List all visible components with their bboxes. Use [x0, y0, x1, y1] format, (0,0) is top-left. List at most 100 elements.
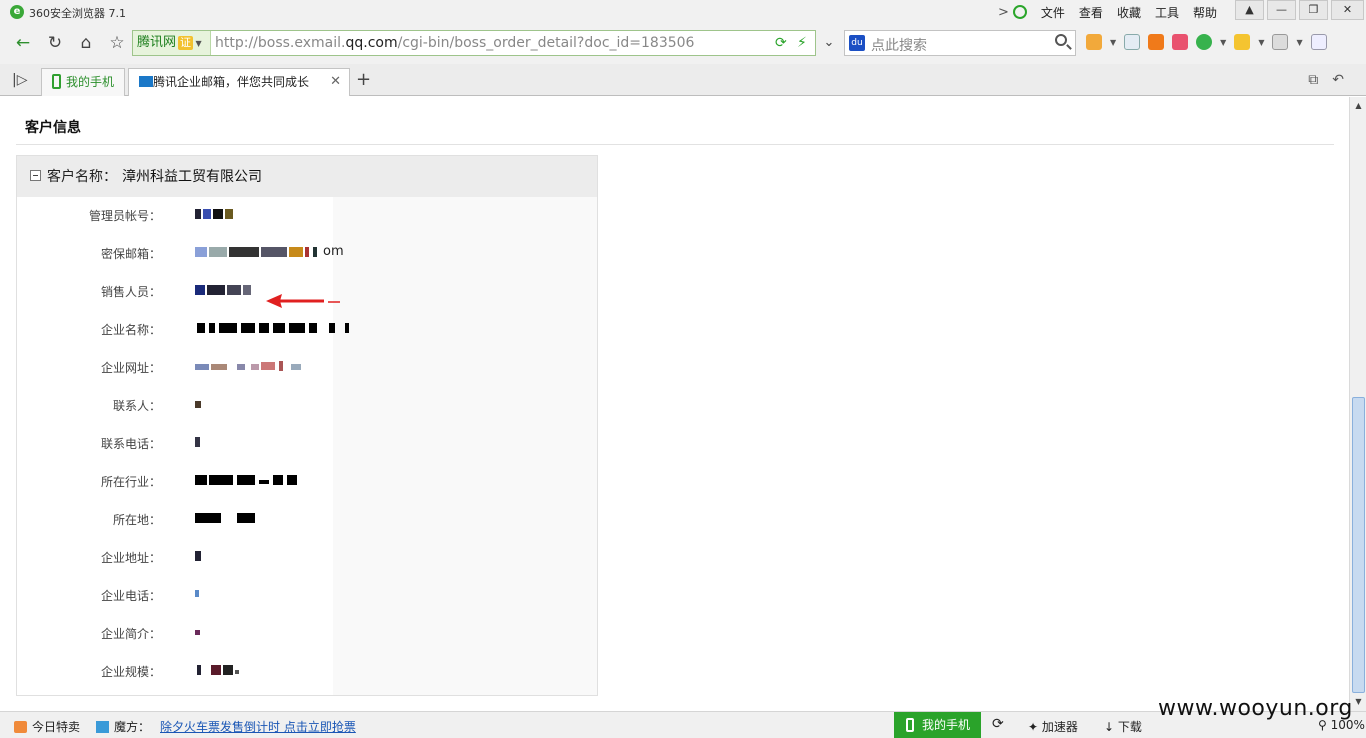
- user-icon[interactable]: [1012, 5, 1027, 19]
- field-label: 企业名称：: [100, 323, 161, 337]
- browser-logo-icon: e: [10, 5, 24, 19]
- url-text[interactable]: http://boss.exmail.qq.com/cgi-bin/boss_o…: [215, 35, 694, 51]
- refresh-icon[interactable]: ↻: [42, 30, 68, 56]
- address-bar[interactable]: 腾讯网证 ▼ http://boss.exmail.qq.com/cgi-bin…: [132, 30, 816, 56]
- gift-icon: [14, 721, 27, 733]
- phone-icon: [906, 718, 914, 732]
- field-row: 企业简介：: [17, 623, 577, 643]
- undo-close-icon[interactable]: ↶: [1332, 72, 1344, 88]
- accelerator-label: 加速器: [1041, 720, 1078, 734]
- field-label: 所在地：: [112, 513, 161, 527]
- extension-bar: ▼ ▼ ▼ ▼: [1086, 34, 1327, 50]
- section-title: 客户信息: [25, 120, 81, 136]
- new-tab-button[interactable]: +: [356, 69, 371, 90]
- field-row: 企业名称：: [17, 319, 577, 339]
- site-certificate[interactable]: 腾讯网证 ▼: [133, 31, 211, 55]
- game-icon[interactable]: [1234, 34, 1251, 50]
- field-label: 密保邮箱：: [100, 247, 161, 261]
- menu-help[interactable]: 帮助: [1193, 4, 1217, 21]
- menu-tools[interactable]: 工具: [1155, 4, 1179, 21]
- download-icon: ↓: [1104, 720, 1118, 734]
- field-row: 企业地址：: [17, 547, 577, 567]
- minimize-button[interactable]: —: [1267, 0, 1296, 20]
- scroll-up-icon[interactable]: ▲: [1352, 99, 1365, 113]
- title-menu: > 文件 查看 收藏 工具 帮助: [998, 3, 1217, 21]
- url-prefix: http://boss.exmail.: [215, 35, 346, 51]
- search-icon[interactable]: [1055, 34, 1067, 46]
- tab-my-phone[interactable]: 我的手机: [41, 68, 125, 96]
- promo-link[interactable]: 除夕火车票发售倒计时 点击立即抢票: [160, 718, 356, 735]
- window-title: 360安全浏览器 7.1: [29, 7, 126, 20]
- scroll-thumb[interactable]: [1352, 397, 1365, 693]
- annotation-arrow: [266, 294, 340, 308]
- navigation-bar: ← ↻ ⌂ ☆ 腾讯网证 ▼ http://boss.exmail.qq.com…: [0, 24, 1366, 64]
- home-icon[interactable]: ⌂: [73, 30, 99, 56]
- network-icon[interactable]: ⟳: [992, 716, 1004, 732]
- close-button[interactable]: ✕: [1331, 0, 1364, 20]
- menu-file[interactable]: 文件: [1041, 4, 1065, 21]
- sidebar-toggle-icon[interactable]: |▷: [12, 72, 27, 88]
- tab-label: 我的手机: [66, 75, 115, 89]
- field-row: 联系电话：: [17, 433, 577, 453]
- menu-icon[interactable]: [1310, 34, 1327, 50]
- restore-tabs-icon[interactable]: ⧉: [1308, 72, 1318, 88]
- panel-header[interactable]: 客户名称： 漳州科益工贸有限公司: [17, 156, 597, 197]
- url-path: /cgi-bin/boss_order_detail?doc_id=183506: [397, 35, 695, 51]
- phone-icon: [52, 74, 61, 89]
- maximize-button[interactable]: ❐: [1299, 0, 1328, 20]
- screenshot-icon[interactable]: [1272, 34, 1289, 50]
- close-tab-icon[interactable]: ✕: [330, 69, 341, 95]
- visible-suffix: om: [323, 244, 344, 259]
- today-sale-label: 今日特卖: [32, 720, 81, 734]
- magic-cube[interactable]: 魔方：: [96, 718, 150, 735]
- field-label: 联系电话：: [100, 437, 161, 451]
- field-row: 企业网址：: [17, 357, 577, 377]
- menu-view[interactable]: 查看: [1079, 4, 1103, 21]
- my-phone-button[interactable]: 我的手机: [894, 712, 981, 738]
- window-controls: ▲ — ❐ ✕: [1235, 0, 1364, 20]
- magic-label: 魔方：: [114, 720, 151, 734]
- speed-mode-icon[interactable]: ⚡: [797, 35, 807, 51]
- field-row: 所在行业：: [17, 471, 577, 491]
- field-list: 管理员帐号： 密保邮箱： om 销售人员： 企业名称： 企业网址： 联系人： 联…: [17, 197, 349, 695]
- accelerator-button[interactable]: ✦ 加速器: [1028, 718, 1078, 735]
- calendar-icon[interactable]: [1124, 34, 1141, 50]
- today-sale-link[interactable]: 今日特卖: [14, 718, 80, 735]
- field-label: 企业简介：: [100, 627, 161, 641]
- back-arrow-icon[interactable]: ←: [10, 30, 36, 56]
- field-row: 所在地：: [17, 509, 577, 529]
- flight-icon[interactable]: [1148, 34, 1165, 50]
- scroll-down-icon[interactable]: ▼: [1352, 695, 1365, 709]
- field-row: 管理员帐号：: [17, 205, 577, 225]
- field-row: 密保邮箱： om: [17, 243, 577, 263]
- search-box[interactable]: du 点此搜索: [844, 30, 1076, 56]
- apps-icon[interactable]: [1086, 34, 1102, 50]
- divider: [16, 144, 1334, 145]
- collapse-icon[interactable]: [30, 170, 41, 181]
- field-label: 所在行业：: [100, 475, 161, 489]
- compat-mode-icon[interactable]: ⟳: [775, 35, 787, 51]
- field-label: 销售人员：: [100, 285, 161, 299]
- customer-name-value: 漳州科益工贸有限公司: [122, 169, 262, 185]
- tab-tools: ⧉ ↶: [1308, 72, 1344, 88]
- search-input[interactable]: 点此搜索: [871, 35, 927, 55]
- vertical-scrollbar[interactable]: ▲ ▼: [1349, 97, 1366, 711]
- title-bar: e 360安全浏览器 7.1 > 文件 查看 收藏 工具 帮助 ▲ — ❐ ✕: [0, 0, 1366, 24]
- skin-icon[interactable]: ▲: [1235, 0, 1264, 20]
- cert-badge: 证: [178, 36, 194, 50]
- customer-info-panel: 客户名称： 漳州科益工贸有限公司 管理员帐号： 密保邮箱： om 销售人员： 企…: [16, 155, 598, 696]
- security-shield-icon[interactable]: [1196, 34, 1213, 50]
- download-button[interactable]: ↓ 下载: [1104, 718, 1142, 735]
- field-label: 管理员帐号：: [88, 209, 161, 223]
- menu-favorites[interactable]: 收藏: [1117, 4, 1141, 21]
- ticket-icon[interactable]: [1172, 34, 1189, 50]
- tab-exmail[interactable]: 腾讯企业邮箱，伴您共同成长 ✕: [128, 68, 350, 96]
- field-label: 企业网址：: [100, 361, 161, 375]
- chevron-down-icon[interactable]: ⌄: [816, 30, 842, 56]
- watermark: www.wooyun.org: [1158, 696, 1353, 721]
- my-phone-label: 我的手机: [922, 718, 971, 732]
- search-engine-icon[interactable]: du: [849, 35, 865, 51]
- chevron-right-icon[interactable]: >: [998, 5, 1009, 20]
- url-domain: qq.com: [345, 35, 398, 51]
- favorite-star-icon[interactable]: ☆: [104, 30, 130, 56]
